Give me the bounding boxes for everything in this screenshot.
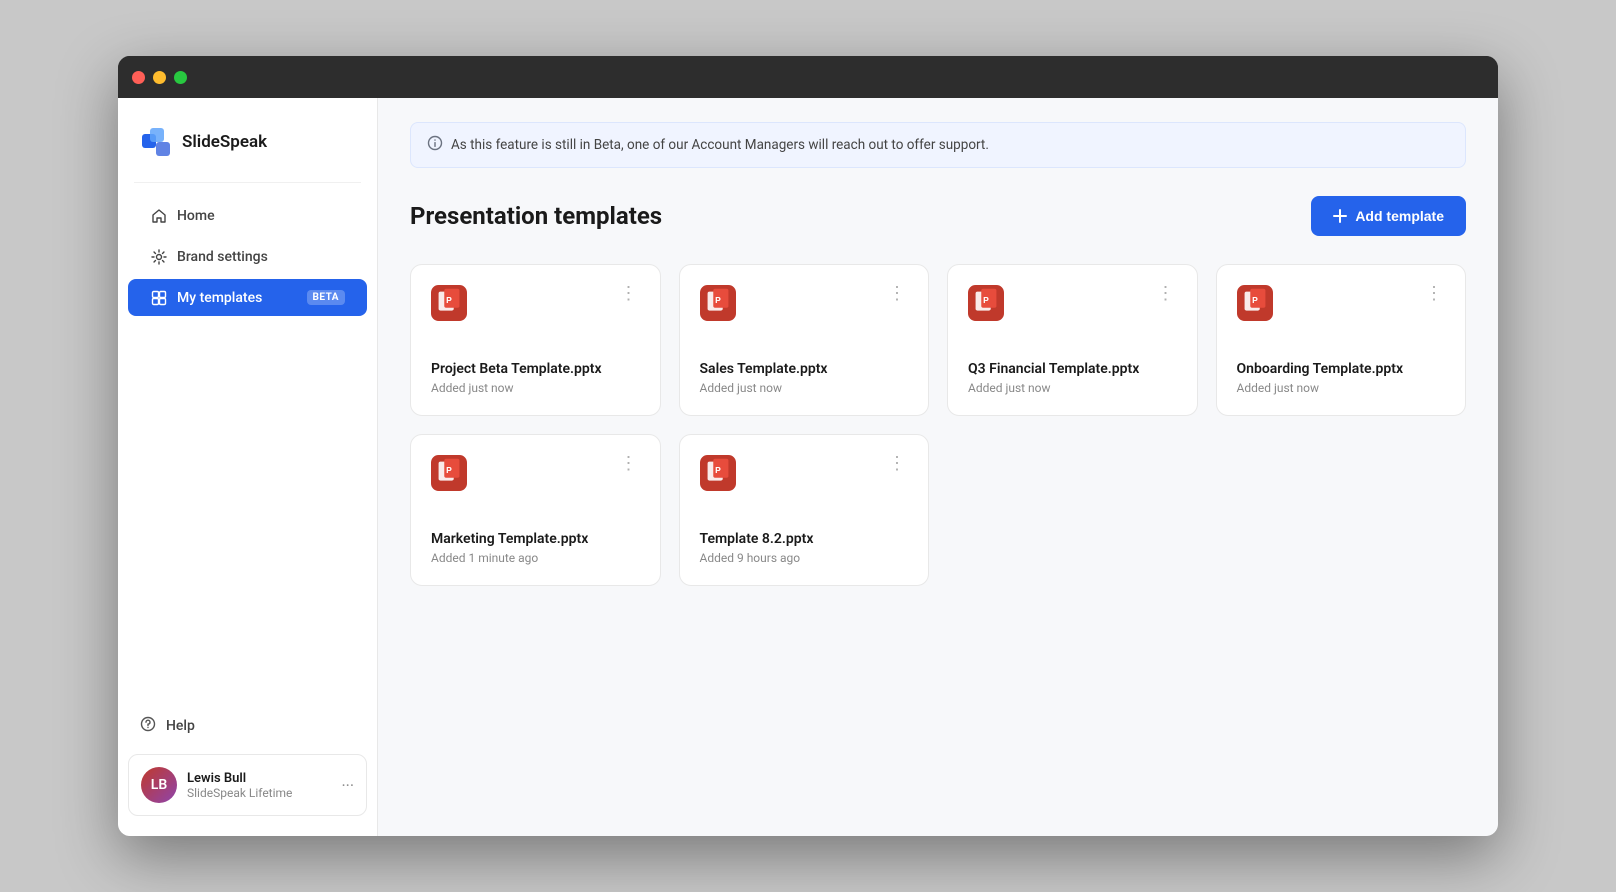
card-top: P ⋮	[968, 285, 1177, 321]
help-icon	[140, 716, 156, 736]
more-options-button[interactable]: ⋮	[618, 455, 640, 473]
template-time: Added 1 minute ago	[431, 551, 640, 565]
svg-text:P: P	[715, 465, 721, 475]
templates-icon	[150, 289, 167, 306]
template-time: Added just now	[1237, 381, 1446, 395]
more-options-button[interactable]: ⋮	[1155, 285, 1177, 303]
template-card[interactable]: P ⋮ Marketing Template.pptx Added 1 minu…	[410, 434, 661, 586]
pptx-icon: P	[968, 285, 1004, 321]
traffic-lights	[132, 71, 187, 84]
user-plan: SlideSpeak Lifetime	[187, 786, 331, 800]
card-top: P ⋮	[700, 455, 909, 491]
user-info: Lewis Bull SlideSpeak Lifetime	[187, 771, 331, 800]
sidebar: SlideSpeak Home	[118, 98, 378, 836]
pptx-icon: P	[700, 285, 736, 321]
titlebar	[118, 56, 1498, 98]
sidebar-item-brand-settings[interactable]: Brand settings	[128, 238, 367, 275]
card-top: P ⋮	[1237, 285, 1446, 321]
svg-text:P: P	[446, 295, 452, 305]
svg-text:P: P	[983, 295, 989, 305]
user-card[interactable]: LB Lewis Bull SlideSpeak Lifetime ···	[128, 754, 367, 816]
beta-banner: As this feature is still in Beta, one of…	[410, 122, 1466, 168]
logo-icon	[140, 126, 172, 158]
app-window: SlideSpeak Home	[118, 56, 1498, 836]
more-options-button[interactable]: ⋮	[886, 455, 908, 473]
add-template-label: Add template	[1355, 208, 1444, 224]
pptx-icon: P	[700, 455, 736, 491]
template-name: Marketing Template.pptx	[431, 531, 640, 547]
user-more-button[interactable]: ···	[341, 776, 354, 795]
template-time: Added just now	[700, 381, 909, 395]
svg-text:P: P	[1252, 295, 1258, 305]
pptx-icon: P	[1237, 285, 1273, 321]
template-card[interactable]: P ⋮ Onboarding Template.pptx Added just …	[1216, 264, 1467, 416]
svg-text:P: P	[446, 465, 452, 475]
svg-text:P: P	[715, 295, 721, 305]
user-name: Lewis Bull	[187, 771, 331, 786]
page-title: Presentation templates	[410, 202, 662, 230]
more-options-button[interactable]: ⋮	[618, 285, 640, 303]
card-top: P ⋮	[431, 455, 640, 491]
avatar: LB	[141, 767, 177, 803]
app-body: SlideSpeak Home	[118, 98, 1498, 836]
settings-icon	[150, 248, 167, 265]
template-name: Sales Template.pptx	[700, 361, 909, 377]
template-card[interactable]: P ⋮ Project Beta Template.pptx Added jus…	[410, 264, 661, 416]
sidebar-item-my-templates[interactable]: My templates BETA	[128, 279, 367, 316]
template-time: Added just now	[431, 381, 640, 395]
info-icon	[427, 135, 443, 155]
template-name: Project Beta Template.pptx	[431, 361, 640, 377]
sidebar-item-help[interactable]: Help	[128, 706, 367, 746]
logo-area: SlideSpeak	[118, 118, 377, 182]
home-icon	[150, 207, 167, 224]
pptx-icon: P	[431, 285, 467, 321]
more-options-button[interactable]: ⋮	[1423, 285, 1445, 303]
fullscreen-button[interactable]	[174, 71, 187, 84]
sidebar-item-home-label: Home	[177, 208, 345, 224]
minimize-button[interactable]	[153, 71, 166, 84]
page-header: Presentation templates Add template	[410, 196, 1466, 236]
beta-banner-text: As this feature is still in Beta, one of…	[451, 137, 989, 153]
template-name: Template 8.2.pptx	[700, 531, 909, 547]
card-top: P ⋮	[700, 285, 909, 321]
add-template-button[interactable]: Add template	[1311, 196, 1466, 236]
template-name: Onboarding Template.pptx	[1237, 361, 1446, 377]
plus-icon	[1333, 209, 1347, 223]
template-card[interactable]: P ⋮ Q3 Financial Template.pptx Added jus…	[947, 264, 1198, 416]
template-time: Added 9 hours ago	[700, 551, 909, 565]
sidebar-bottom: Help LB Lewis Bull SlideSpeak Lifetime ·…	[118, 706, 377, 816]
template-card[interactable]: P ⋮ Template 8.2.pptx Added 9 hours ago	[679, 434, 930, 586]
pptx-icon: P	[431, 455, 467, 491]
template-time: Added just now	[968, 381, 1177, 395]
nav-divider	[134, 182, 361, 183]
more-options-button[interactable]: ⋮	[886, 285, 908, 303]
template-card[interactable]: P ⋮ Sales Template.pptx Added just now	[679, 264, 930, 416]
card-top: P ⋮	[431, 285, 640, 321]
sidebar-item-templates-label: My templates	[177, 290, 297, 306]
help-label: Help	[166, 718, 195, 734]
templates-grid: P ⋮ Project Beta Template.pptx Added jus…	[410, 264, 1466, 586]
template-name: Q3 Financial Template.pptx	[968, 361, 1177, 377]
sidebar-item-home[interactable]: Home	[128, 197, 367, 234]
sidebar-item-brand-label: Brand settings	[177, 249, 345, 265]
main-content: As this feature is still in Beta, one of…	[378, 98, 1498, 836]
logo-text: SlideSpeak	[182, 132, 267, 152]
beta-badge: BETA	[307, 290, 346, 305]
close-button[interactable]	[132, 71, 145, 84]
